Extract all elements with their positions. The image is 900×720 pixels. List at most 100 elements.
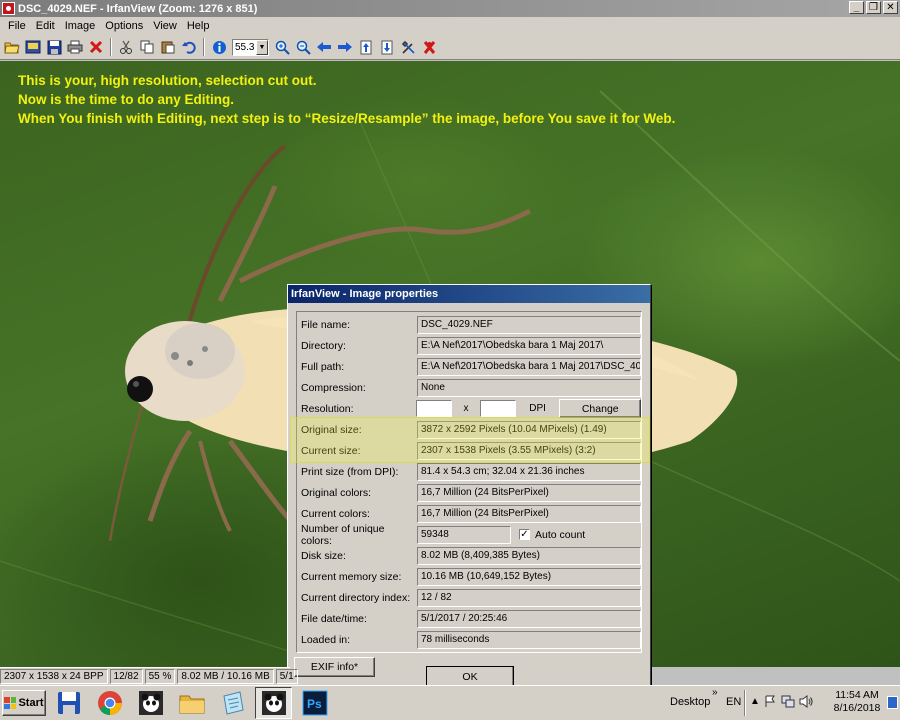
irfanview-app-icon — [2, 2, 15, 15]
status-dimensions: 2307 x 1538 x 24 BPP — [0, 669, 108, 684]
previous-icon[interactable] — [314, 37, 334, 57]
change-resolution-button[interactable]: Change — [559, 399, 641, 418]
close-button[interactable]: ✕ — [883, 1, 898, 14]
prop-value[interactable]: 81.4 x 54.3 cm; 32.04 x 21.36 inches — [417, 462, 641, 481]
status-size: 8.02 MB / 10.16 MB — [177, 669, 274, 684]
prop-value[interactable]: 5/1/2017 / 20:25:46 — [417, 609, 641, 628]
auto-count-label: Auto count — [535, 528, 586, 541]
prop-value[interactable]: E:\A Nef\2017\Obedska bara 1 Maj 2017\DS… — [417, 357, 641, 376]
prop-row-compression: Compression: None — [301, 378, 641, 397]
prop-row-print-size: Print size (from DPI): 81.4 x 54.3 cm; 3… — [301, 462, 641, 481]
toolbar-separator — [110, 38, 112, 56]
exif-info-button[interactable]: EXIF info* — [294, 657, 375, 677]
prop-value[interactable]: 10.16 MB (10,649,152 Bytes) — [417, 567, 641, 586]
menu-edit[interactable]: Edit — [31, 20, 60, 32]
info-icon[interactable] — [209, 37, 229, 57]
toolbar-expand-chevron[interactable]: » — [712, 687, 718, 698]
settings-icon[interactable] — [398, 37, 418, 57]
menu-options[interactable]: Options — [100, 20, 148, 32]
minimize-button[interactable]: _ — [849, 1, 864, 14]
size-highlight-overlay — [290, 417, 650, 463]
cut-icon[interactable] — [116, 37, 136, 57]
prop-label: Current directory index: — [301, 591, 411, 604]
language-indicator[interactable]: EN — [726, 696, 741, 708]
auto-count-checkbox[interactable]: ✓ — [519, 529, 530, 540]
tray-expand-icon[interactable]: ▲ — [750, 696, 760, 707]
chevron-down-icon[interactable]: ▼ — [256, 39, 268, 55]
instruction-line-2: Now is the time to do any Editing. — [18, 92, 235, 107]
status-bar: 2307 x 1538 x 24 BPP 12/82 55 % 8.02 MB … — [0, 667, 298, 685]
irfanview-icon[interactable] — [132, 687, 169, 719]
network-icon[interactable] — [781, 695, 795, 708]
menu-bar: File Edit Image Options View Help — [0, 17, 900, 35]
zoom-in-icon[interactable] — [272, 37, 292, 57]
exit-icon[interactable] — [419, 37, 439, 57]
restore-button[interactable]: ❐ — [866, 1, 881, 14]
status-date: 5/1 — [275, 669, 298, 684]
prop-value[interactable]: 16,7 Million (24 BitsPerPixel) — [417, 504, 641, 523]
toolbar-separator — [203, 38, 205, 56]
last-page-icon[interactable] — [377, 37, 397, 57]
prop-label: Loaded in: — [301, 633, 351, 646]
prop-row-full-path: Full path: E:\A Nef\2017\Obedska bara 1 … — [301, 357, 641, 376]
menu-file[interactable]: File — [3, 20, 31, 32]
prop-value[interactable]: DSC_4029.NEF — [417, 315, 641, 334]
start-button[interactable]: Start — [2, 690, 46, 716]
prop-value[interactable]: E:\A Nef\2017\Obedska bara 1 Maj 2017\ — [417, 336, 641, 355]
resolution-x-label: x — [463, 403, 469, 414]
system-tray: ▲ — [750, 695, 813, 708]
first-page-icon[interactable] — [356, 37, 376, 57]
prop-value[interactable]: 8.02 MB (8,409,385 Bytes) — [417, 546, 641, 565]
action-center-flag-icon[interactable] — [764, 695, 777, 708]
prop-value[interactable]: 78 milliseconds — [417, 630, 641, 649]
menu-view[interactable]: View — [148, 20, 182, 32]
instruction-line-3: When You finish with Editing, next step … — [18, 111, 676, 126]
prop-label: Number of unique colors: — [301, 522, 385, 547]
save-icon[interactable] — [44, 37, 64, 57]
zoom-out-icon[interactable] — [293, 37, 313, 57]
window-title: DSC_4029.NEF - IrfanView (Zoom: 1276 x 8… — [18, 2, 258, 15]
prop-value[interactable]: 12 / 82 — [417, 588, 641, 607]
show-desktop-icon[interactable] — [887, 696, 898, 709]
system-clock[interactable]: 11:54 AM 8/16/2018 — [828, 689, 886, 715]
irfanview-icon[interactable] — [255, 687, 292, 719]
volume-icon[interactable] — [799, 695, 813, 708]
photoshop-icon[interactable]: Ps — [296, 687, 333, 719]
menu-image[interactable]: Image — [60, 20, 101, 32]
prop-label: Compression: — [301, 381, 366, 394]
prop-value[interactable]: 16,7 Million (24 BitsPerPixel) — [417, 483, 641, 502]
prop-value[interactable]: None — [417, 378, 641, 397]
save-app-icon[interactable] — [50, 687, 87, 719]
prop-row-resolution: Resolution: x DPI Change — [301, 399, 641, 418]
folder-icon[interactable] — [173, 687, 210, 719]
prop-row-unique-colors: Number of unique colors: 59348 ✓ Auto co… — [301, 522, 641, 547]
dialog-title: IrfanView - Image properties — [288, 285, 650, 303]
notepad-icon[interactable] — [214, 687, 251, 719]
resolution-y-input[interactable] — [479, 400, 516, 417]
chrome-icon[interactable] — [91, 687, 128, 719]
window-controls: _ ❐ ✕ — [849, 1, 898, 14]
open-icon[interactable] — [2, 37, 22, 57]
resolution-unit: DPI — [529, 403, 546, 414]
prop-label: Current colors: — [301, 507, 370, 520]
slideshow-icon[interactable] — [23, 37, 43, 57]
clock-date: 8/16/2018 — [833, 702, 881, 714]
print-icon[interactable] — [65, 37, 85, 57]
taskbar: Start Ps Desktop » EN ▲ 11:54 AM 8/16/20… — [0, 685, 900, 720]
prop-row-disk-size: Disk size: 8.02 MB (8,409,385 Bytes) — [301, 546, 641, 565]
next-icon[interactable] — [335, 37, 355, 57]
prop-value[interactable]: 59348 — [417, 525, 511, 544]
prop-label: Disk size: — [301, 549, 346, 562]
desktop-toolbar-label[interactable]: Desktop — [670, 696, 710, 708]
paste-icon[interactable] — [158, 37, 178, 57]
undo-icon[interactable] — [179, 37, 199, 57]
menu-help[interactable]: Help — [182, 20, 215, 32]
zoom-combobox[interactable]: 55.3 ▼ — [232, 38, 269, 56]
copy-icon[interactable] — [137, 37, 157, 57]
delete-icon[interactable] — [86, 37, 106, 57]
prop-row-memory-size: Current memory size: 10.16 MB (10,649,15… — [301, 567, 641, 586]
start-label: Start — [18, 697, 44, 709]
prop-label: File date/time: — [301, 612, 367, 625]
resolution-x-input[interactable] — [416, 400, 453, 417]
clock-time: 11:54 AM — [835, 689, 879, 701]
